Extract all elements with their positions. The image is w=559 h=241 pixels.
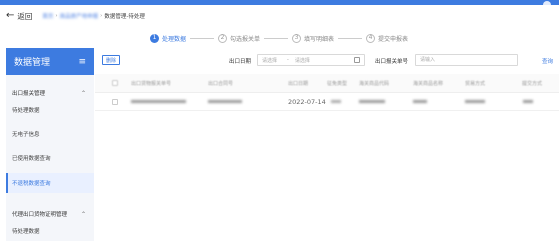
declaration-no-label: 出口报关单号 (375, 59, 409, 65)
sidebar-title: 数据管理 (14, 58, 51, 68)
column-header: 出口合同号 (208, 80, 234, 87)
cell-trade-mode (465, 93, 485, 110)
declaration-no-input[interactable] (415, 54, 518, 66)
back-button[interactable]: ← 返回 (6, 11, 32, 22)
menu-toggle-icon[interactable]: ≡ (78, 57, 86, 67)
column-header: 征免类型 (327, 80, 348, 87)
column-header: 贸易方式 (465, 80, 486, 87)
row-checkbox[interactable] (112, 93, 118, 110)
chevron-up-icon: ⌃ (80, 89, 86, 97)
export-date-label: 出口日期 (229, 59, 252, 65)
column-header: 海关商品名称 (413, 80, 444, 87)
data-table: 出口货物报关单号 出口合同号 出口日期 征免类型 海关商品代码 海关商品名称 贸… (95, 74, 559, 111)
column-header: 出口日期 (288, 80, 309, 87)
cell-goods-name (413, 93, 427, 110)
sidebar-group-export-declaration[interactable]: 出口报关管理 ⌃ (6, 86, 94, 100)
cell-declaration-no (131, 93, 186, 110)
cell-submit-mode (523, 93, 533, 110)
column-header: 海关商品代码 (359, 80, 390, 87)
sidebar-item-pending-data[interactable]: 待处理数据 (6, 100, 94, 120)
date-start-placeholder: 请选择 (262, 57, 278, 64)
step-number: 3 (292, 33, 302, 43)
column-header: 提交方式 (522, 80, 543, 87)
sidebar-group-label: 代理出口货物证明管理 (12, 212, 68, 218)
query-button[interactable]: 查询 (542, 57, 553, 65)
step-number: 4 (366, 33, 376, 43)
chevron-up-icon: ⌃ (80, 210, 86, 218)
sidebar-header: 数据管理 ≡ (6, 48, 94, 75)
column-header: 出口货物报关单号 (131, 80, 172, 87)
back-arrow-icon: ← (6, 10, 15, 21)
sidebar-item-no-refund-query[interactable]: 不退税数据查询 (6, 173, 94, 193)
breadcrumb: 首页 › 商品原产地申报 › 数据管理-待处理 (42, 12, 144, 20)
breadcrumb-separator-icon: › (100, 13, 103, 19)
cell-export-date: 2022-07-14 (288, 97, 326, 106)
progress-steps: 1 处理数据 2 勾选报关单 3 填写明细表 4 提交申报表 (150, 31, 408, 45)
sidebar-item-no-electronic-info[interactable]: 无电子信息 (6, 124, 94, 144)
date-end-placeholder: 请选择 (294, 57, 310, 64)
step-label: 提交申报表 (378, 35, 409, 43)
sidebar-item-used-data-query[interactable]: 已使用数据查询 (6, 148, 94, 168)
step-connector (338, 37, 363, 39)
sidebar-group-agent-export-proof[interactable]: 代理出口货物证明管理 ⌃ (6, 207, 94, 221)
step-process-data: 1 处理数据 (150, 33, 187, 43)
select-all-checkbox[interactable] (112, 74, 118, 92)
step-select-declarations: 2 勾选报关单 (218, 33, 261, 43)
step-submit-application: 4 提交申报表 (366, 33, 409, 43)
sidebar-group-label: 出口报关管理 (12, 91, 46, 97)
breadcrumb-separator-icon: › (55, 13, 58, 19)
step-fill-details: 3 填写明细表 (292, 33, 335, 43)
step-number: 2 (218, 33, 228, 43)
cell-hs-code (359, 93, 385, 110)
step-connector (190, 37, 215, 39)
table-row[interactable]: 2022-07-14 (95, 93, 559, 111)
export-date-range-picker[interactable]: 请选择 - 请选择 (257, 54, 365, 66)
step-label: 处理数据 (162, 35, 187, 43)
breadcrumb-item-current: 数据管理-待处理 (104, 14, 145, 20)
back-label: 返回 (17, 11, 33, 21)
breadcrumb-item-parent[interactable]: 商品原产地申报 (60, 12, 99, 20)
delete-button[interactable]: 删除 (102, 55, 120, 65)
step-number: 1 (150, 33, 159, 43)
filter-bar: 删除 出口日期 请选择 - 请选择 出口报关单号 查询 (95, 53, 559, 67)
calendar-icon (354, 57, 360, 63)
step-connector (264, 37, 289, 39)
date-range-separator: - (287, 57, 289, 63)
table-header: 出口货物报关单号 出口合同号 出口日期 征免类型 海关商品代码 海关商品名称 贸… (95, 74, 559, 93)
step-label: 填写明细表 (304, 35, 335, 43)
cell-exemption-type (331, 93, 341, 110)
page-header: ← 返回 首页 › 商品原产地申报 › 数据管理-待处理 (0, 5, 559, 27)
sidebar-item-agent-pending-data[interactable]: 待处理数据 (6, 221, 94, 241)
cell-contract-no (208, 93, 242, 110)
sidebar: 数据管理 ≡ 出口报关管理 ⌃ 待处理数据 无电子信息 已使用数据查询 不退税数… (6, 48, 94, 241)
breadcrumb-item-home[interactable]: 首页 (42, 12, 53, 20)
step-label: 勾选报关单 (230, 35, 261, 43)
main-content: 删除 出口日期 请选择 - 请选择 出口报关单号 查询 出口货物报关单号 出口合… (95, 53, 559, 241)
